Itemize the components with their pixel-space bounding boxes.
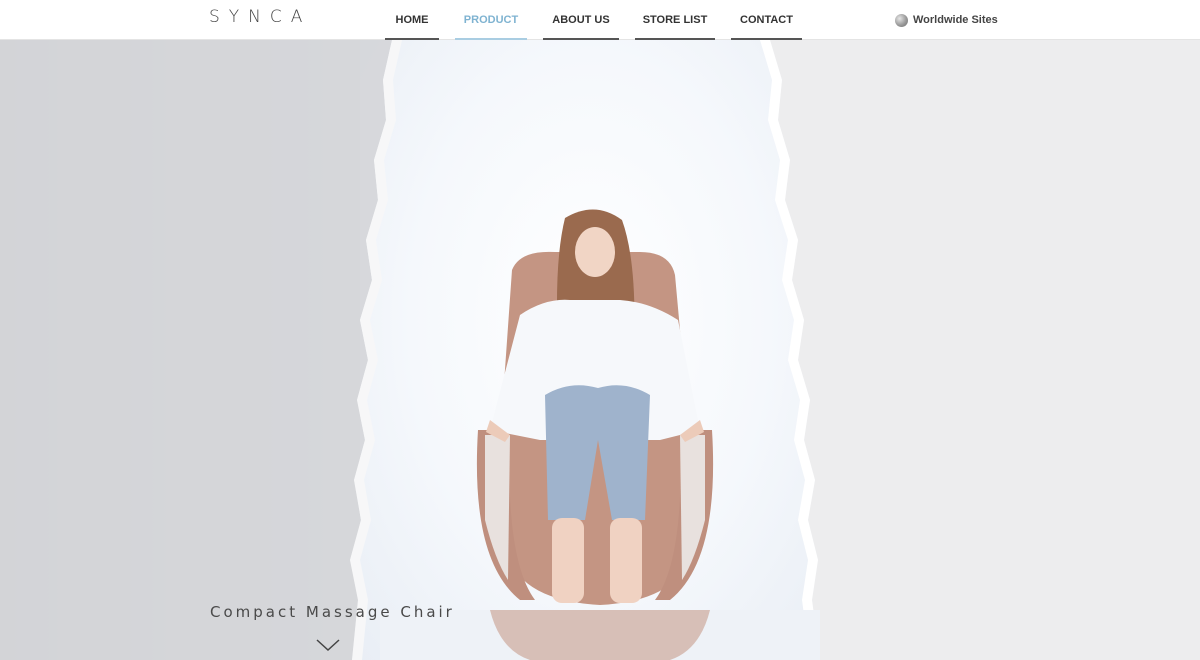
nav-contact-label: CONTACT [740,14,793,26]
nav-product[interactable]: PRODUCT [455,0,527,40]
nav-about-us[interactable]: ABOUT US [543,0,619,40]
chevron-down-icon[interactable] [315,637,341,653]
worldwide-sites-link[interactable]: Worldwide Sites [895,12,998,28]
chair-reflection [490,610,710,660]
globe-icon [895,13,908,27]
site-header: SYNCA HOME PRODUCT ABOUT US STORE LIST C… [0,0,1200,40]
nav-store-list-label: STORE LIST [642,14,708,26]
hero-tagline: Compact Massage Chair [210,603,455,621]
nav-home-label: HOME [395,14,429,26]
nav-product-label: PRODUCT [463,14,519,26]
hero-image [0,40,1200,660]
main-nav: HOME PRODUCT ABOUT US STORE LIST CONTACT [0,0,1200,40]
worldwide-sites-label: Worldwide Sites [913,14,998,26]
torn-edge-left [0,40,392,660]
nav-store-list[interactable]: STORE LIST [635,0,715,40]
nav-home[interactable]: HOME [385,0,439,40]
nav-about-us-label: ABOUT US [552,14,610,26]
nav-contact[interactable]: CONTACT [731,0,802,40]
torn-edge-right [770,40,1200,660]
hero: Compact Massage Chair [0,40,1200,660]
